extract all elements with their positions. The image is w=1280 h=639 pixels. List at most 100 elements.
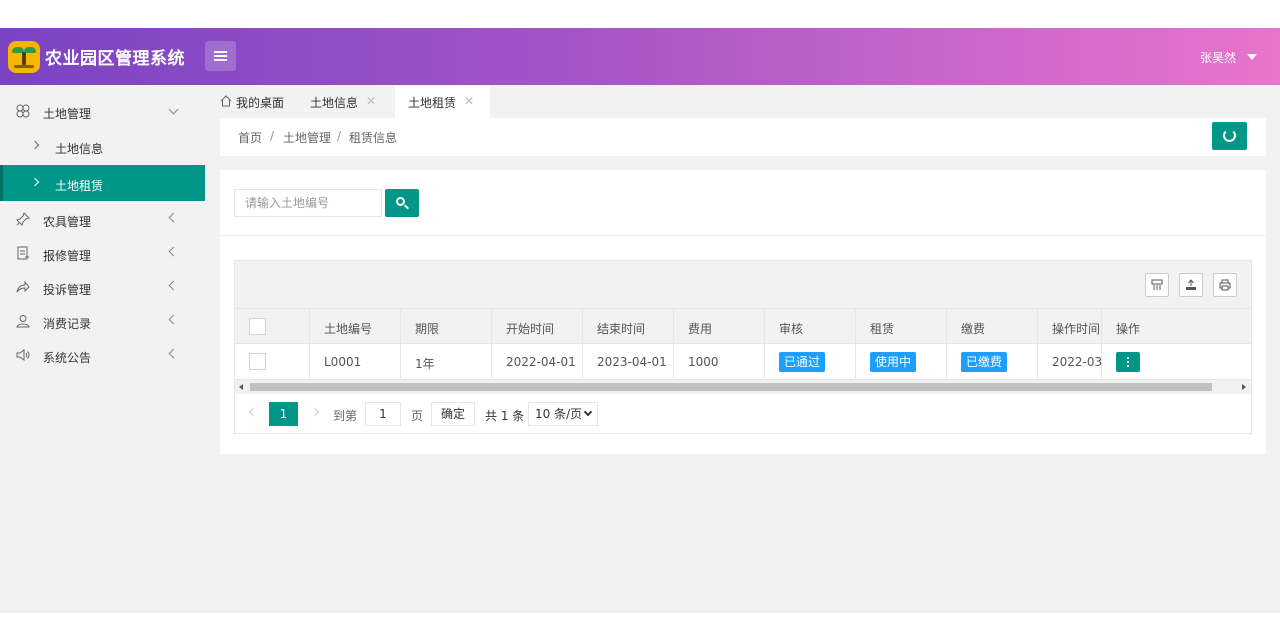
scrollbar-thumb[interactable] <box>250 383 1212 391</box>
sidebar-subitem-label: 土地信息 <box>55 142 104 156</box>
sidebar-item-label: 消费记录 <box>43 317 92 331</box>
breadcrumb-separator: / <box>337 129 342 143</box>
search-button[interactable] <box>385 189 419 217</box>
column-header: 结束时间 <box>583 309 674 343</box>
row-select-cell <box>235 344 310 378</box>
divider <box>220 235 1266 236</box>
column-header: 操作 <box>1116 322 1141 336</box>
sidebar-item-land-management[interactable]: 土地管理 <box>0 94 205 128</box>
user-icon <box>16 315 30 328</box>
header-select-all <box>235 309 310 343</box>
menu-toggle-button[interactable] <box>205 41 236 71</box>
page-bottom <box>0 613 1280 639</box>
refresh-button[interactable] <box>1212 122 1247 150</box>
more-actions-button[interactable] <box>1116 352 1140 372</box>
chevron-left-icon <box>168 314 179 325</box>
cell-lease: 使用中 <box>856 344 947 378</box>
table-header: 土地编号 期限 开始时间 结束时间 费用 审核 租赁 缴费 操作时间 操作 <box>235 308 1251 344</box>
data-table: 土地编号 期限 开始时间 结束时间 费用 审核 租赁 缴费 操作时间 操作 L0… <box>234 260 1252 434</box>
search-input[interactable] <box>234 189 382 217</box>
row-checkbox[interactable] <box>249 353 266 370</box>
cell-end: 2023-04-01 <box>583 344 674 378</box>
chevron-left-icon <box>168 348 179 359</box>
table-toolbar <box>235 261 1251 308</box>
home-icon <box>220 95 232 107</box>
tab-land-info[interactable]: 土地信息 ✕ <box>297 85 393 119</box>
export-icon <box>1186 279 1196 290</box>
tab-land-lease[interactable]: 土地租赁 ✕ <box>395 85 490 119</box>
close-icon[interactable]: ✕ <box>464 94 474 108</box>
top-header: 农业园区管理系统 张昊然 <box>0 28 1280 85</box>
column-header: 开始时间 <box>492 309 583 343</box>
total-count: 共 1 条 <box>485 409 525 423</box>
palm-tree-logo-icon <box>8 41 40 73</box>
breadcrumb-land-management[interactable]: 土地管理 <box>283 129 331 146</box>
sidebar-item-repair[interactable]: 报修管理 <box>0 236 205 270</box>
app-title: 农业园区管理系统 <box>45 49 185 69</box>
sidebar-item-consumption[interactable]: 消费记录 <box>0 304 205 338</box>
next-page-icon[interactable] <box>310 407 320 417</box>
app-shell: 农业园区管理系统 张昊然 土地管理 土地信息 土地租赁 农具管理 报修管理 投诉… <box>0 28 1280 613</box>
column-header: 审核 <box>765 309 856 343</box>
column-header: 操作时间 <box>1038 309 1102 343</box>
sidebar-subitem-land-info[interactable]: 土地信息 <box>0 128 205 164</box>
export-button[interactable] <box>1179 273 1203 297</box>
sidebar-item-complaints[interactable]: 投诉管理 <box>0 270 205 304</box>
sidebar-item-announcements[interactable]: 系统公告 <box>0 338 205 372</box>
sidebar: 土地管理 土地信息 土地租赁 农具管理 报修管理 投诉管理 消费记录 系统公告 <box>0 85 205 613</box>
close-icon[interactable]: ✕ <box>366 94 376 108</box>
page-unit-label: 页 <box>411 409 424 423</box>
status-badge: 已缴费 <box>961 352 1008 372</box>
chevron-left-icon <box>168 212 179 223</box>
chevron-down-icon <box>583 407 593 417</box>
chevron-left-icon <box>168 280 179 291</box>
sidebar-subitem-label: 土地租赁 <box>55 179 104 193</box>
columns-icon <box>1151 279 1163 290</box>
table-row: L0001 1年 2022-04-01 2023-04-01 1000 已通过 … <box>235 344 1251 380</box>
form-icon <box>17 246 29 260</box>
cell-op-time: 2022-03-... <box>1038 344 1102 378</box>
current-page[interactable]: 1 <box>269 402 298 426</box>
tab-desktop[interactable]: 我的桌面 <box>205 85 295 119</box>
column-header: 费用 <box>674 309 765 343</box>
tab-label: 土地租赁 <box>408 96 457 110</box>
sidebar-item-tools[interactable]: 农具管理 <box>0 202 205 236</box>
clover-icon <box>16 104 30 118</box>
horizontal-scrollbar[interactable] <box>235 380 1251 394</box>
cell-payment: 已缴费 <box>947 344 1038 378</box>
cell-fee: 1000 <box>674 344 765 378</box>
scroll-right-icon[interactable] <box>1242 384 1246 390</box>
breadcrumb: 首页 / 土地管理 / 租赁信息 <box>220 118 1266 156</box>
scroll-left-icon[interactable] <box>239 384 243 390</box>
pin-icon <box>16 212 30 226</box>
cell-actions <box>1102 344 1251 378</box>
chevron-right-icon <box>30 140 40 150</box>
main-card: 土地编号 期限 开始时间 结束时间 费用 审核 租赁 缴费 操作时间 操作 L0… <box>220 170 1266 454</box>
select-all-checkbox[interactable] <box>249 318 266 335</box>
breadcrumb-home[interactable]: 首页 <box>238 129 262 146</box>
prev-page-icon[interactable] <box>248 407 258 417</box>
sidebar-item-label: 系统公告 <box>43 351 92 365</box>
sidebar-item-label: 农具管理 <box>43 215 92 229</box>
user-name[interactable]: 张昊然 <box>1200 49 1236 66</box>
share-icon <box>16 280 30 293</box>
column-header: 土地编号 <box>310 309 401 343</box>
speaker-icon <box>16 349 30 361</box>
chevron-down-icon <box>168 104 179 115</box>
breadcrumb-separator: / <box>270 129 275 143</box>
sidebar-item-label: 报修管理 <box>43 249 92 263</box>
columns-filter-button[interactable] <box>1145 273 1169 297</box>
goto-page-input[interactable] <box>365 402 401 426</box>
sidebar-item-label: 土地管理 <box>43 107 92 121</box>
caret-down-icon[interactable] <box>1247 54 1257 60</box>
pagination: 1 到第 页 确定 共 1 条 10 条/页 <box>235 394 1251 434</box>
breadcrumb-current: 租赁信息 <box>349 131 398 145</box>
page-size-value: 10 条/页 <box>535 407 583 421</box>
goto-confirm-button[interactable]: 确定 <box>431 402 475 426</box>
sidebar-subitem-land-lease[interactable]: 土地租赁 <box>0 165 205 201</box>
column-header: 租赁 <box>856 309 947 343</box>
status-badge: 使用中 <box>870 352 917 372</box>
print-button[interactable] <box>1213 273 1237 297</box>
page-size-select[interactable]: 10 条/页 <box>528 402 598 426</box>
tab-label: 我的桌面 <box>236 96 285 110</box>
